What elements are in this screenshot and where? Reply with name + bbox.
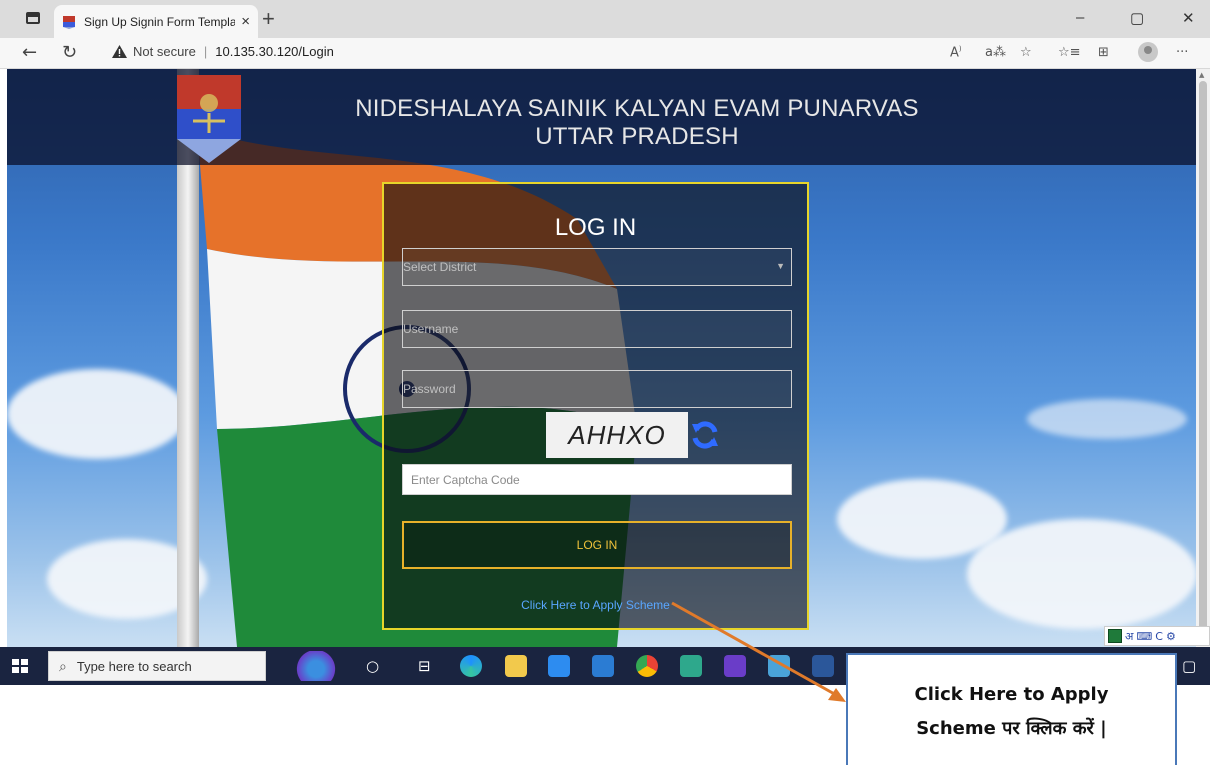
ime-toolbar[interactable]: अ ⌨ C ⚙ bbox=[1104, 626, 1210, 646]
taskbar-search[interactable]: ⌕ Type here to search bbox=[48, 651, 266, 681]
captcha-placeholder: Enter Captcha Code bbox=[411, 472, 520, 487]
new-tab-button[interactable]: + bbox=[262, 6, 275, 32]
word-icon[interactable] bbox=[812, 655, 834, 677]
minimize-button[interactable]: – bbox=[1076, 9, 1084, 26]
tab-title: Sign Up Signin Form Template E bbox=[84, 14, 236, 29]
browser-tab[interactable]: Sign Up Signin Form Template E × bbox=[54, 5, 258, 38]
read-aloud-icon[interactable]: A) bbox=[950, 45, 962, 60]
login-form: LOG IN Select District ▼ Username Passwo… bbox=[382, 182, 809, 630]
cloud-decoration bbox=[967, 519, 1196, 629]
district-placeholder: Select District bbox=[403, 260, 477, 274]
notification-icon[interactable]: ▢ bbox=[1182, 657, 1196, 675]
search-placeholder: Type here to search bbox=[76, 658, 192, 674]
emblem-logo-icon bbox=[177, 75, 241, 163]
chrome-icon[interactable] bbox=[636, 655, 658, 677]
browser-tab-bar: Sign Up Signin Form Template E × + – ▢ ✕ bbox=[0, 0, 1210, 38]
username-input[interactable]: Username bbox=[402, 310, 792, 348]
favorite-add-icon[interactable]: ☆ bbox=[1020, 45, 1032, 60]
header-line-2: UTTAR PRADESH bbox=[535, 123, 739, 150]
login-title: LOG IN bbox=[554, 214, 637, 241]
profile-icon[interactable] bbox=[1138, 42, 1158, 62]
ime-hindi-label[interactable]: अ bbox=[1125, 629, 1133, 644]
site-favicon-icon bbox=[63, 15, 75, 29]
visual-studio-icon[interactable] bbox=[724, 655, 746, 677]
captcha-image: AHHXO bbox=[546, 412, 688, 458]
username-placeholder: Username bbox=[403, 322, 459, 336]
back-icon[interactable]: ← bbox=[22, 42, 37, 63]
tab-actions-icon[interactable] bbox=[26, 12, 40, 24]
password-placeholder: Password bbox=[403, 382, 456, 396]
header-line-1: NIDESHALAYA SAINIK KALYAN EVAM PUNARVAS bbox=[355, 95, 919, 122]
apply-scheme-link[interactable]: Click Here to Apply Scheme bbox=[384, 598, 807, 612]
scrollbar-thumb[interactable] bbox=[1199, 81, 1207, 641]
scroll-up-icon[interactable]: ▲ bbox=[1199, 71, 1204, 79]
cloud-decoration bbox=[1027, 399, 1187, 439]
captcha-input[interactable]: Enter Captcha Code bbox=[402, 464, 792, 495]
file-explorer-icon[interactable] bbox=[505, 655, 527, 677]
warning-icon bbox=[112, 45, 127, 58]
page-title: NIDESHALAYA SAINIK KALYAN EVAM PUNARVAS … bbox=[307, 95, 967, 151]
tab-close-icon[interactable]: × bbox=[241, 13, 250, 30]
favorites-icon[interactable]: ☆≡ bbox=[1058, 45, 1081, 60]
address-bar: ← ↻ Not secure | 10.135.30.120/Login A) … bbox=[0, 38, 1210, 69]
collections-icon[interactable]: ⊞ bbox=[1098, 45, 1109, 60]
maximize-button[interactable]: ▢ bbox=[1130, 9, 1144, 27]
translate-icon[interactable]: a⁂ bbox=[985, 45, 1006, 60]
ime-logo-icon bbox=[1108, 629, 1122, 643]
settings-icon[interactable]: ⚙ bbox=[1166, 630, 1176, 643]
district-select[interactable]: Select District ▼ bbox=[402, 248, 792, 286]
not-secure-label: Not secure bbox=[133, 44, 196, 59]
mail-icon[interactable] bbox=[592, 655, 614, 677]
photos-icon[interactable] bbox=[680, 655, 702, 677]
chevron-down-icon: ▼ bbox=[776, 261, 785, 271]
store-icon[interactable] bbox=[548, 655, 570, 677]
annotation-callout: Click Here to Apply Scheme पर क्लिक करें… bbox=[846, 653, 1177, 765]
start-icon[interactable] bbox=[12, 659, 28, 673]
url-field[interactable]: Not secure | 10.135.30.120/Login bbox=[112, 44, 334, 59]
app-icon[interactable] bbox=[768, 655, 790, 677]
login-button[interactable]: LOG IN bbox=[402, 521, 792, 569]
refresh-captcha-icon[interactable] bbox=[690, 420, 720, 450]
callout-line-2: Scheme पर क्लिक करें | bbox=[916, 718, 1107, 739]
ime-c-label[interactable]: C bbox=[1155, 630, 1163, 643]
url-separator: | bbox=[203, 44, 208, 59]
close-window-button[interactable]: ✕ bbox=[1182, 9, 1195, 27]
page-scrollbar[interactable]: ▲ bbox=[1196, 69, 1210, 647]
cloud-decoration bbox=[7, 369, 187, 459]
password-input[interactable]: Password bbox=[402, 370, 792, 408]
keyboard-icon[interactable]: ⌨ bbox=[1136, 630, 1152, 643]
more-icon[interactable]: ··· bbox=[1176, 45, 1188, 60]
task-view-icon[interactable]: ⊟ bbox=[418, 657, 431, 675]
callout-line-1: Click Here to Apply bbox=[914, 684, 1109, 705]
search-highlight-icon[interactable] bbox=[296, 651, 336, 681]
edge-icon[interactable] bbox=[460, 655, 482, 677]
search-icon: ⌕ bbox=[59, 657, 67, 674]
refresh-icon[interactable]: ↻ bbox=[62, 42, 77, 63]
cortana-icon[interactable]: ○ bbox=[366, 657, 379, 675]
url-text: 10.135.30.120/Login bbox=[215, 44, 334, 59]
